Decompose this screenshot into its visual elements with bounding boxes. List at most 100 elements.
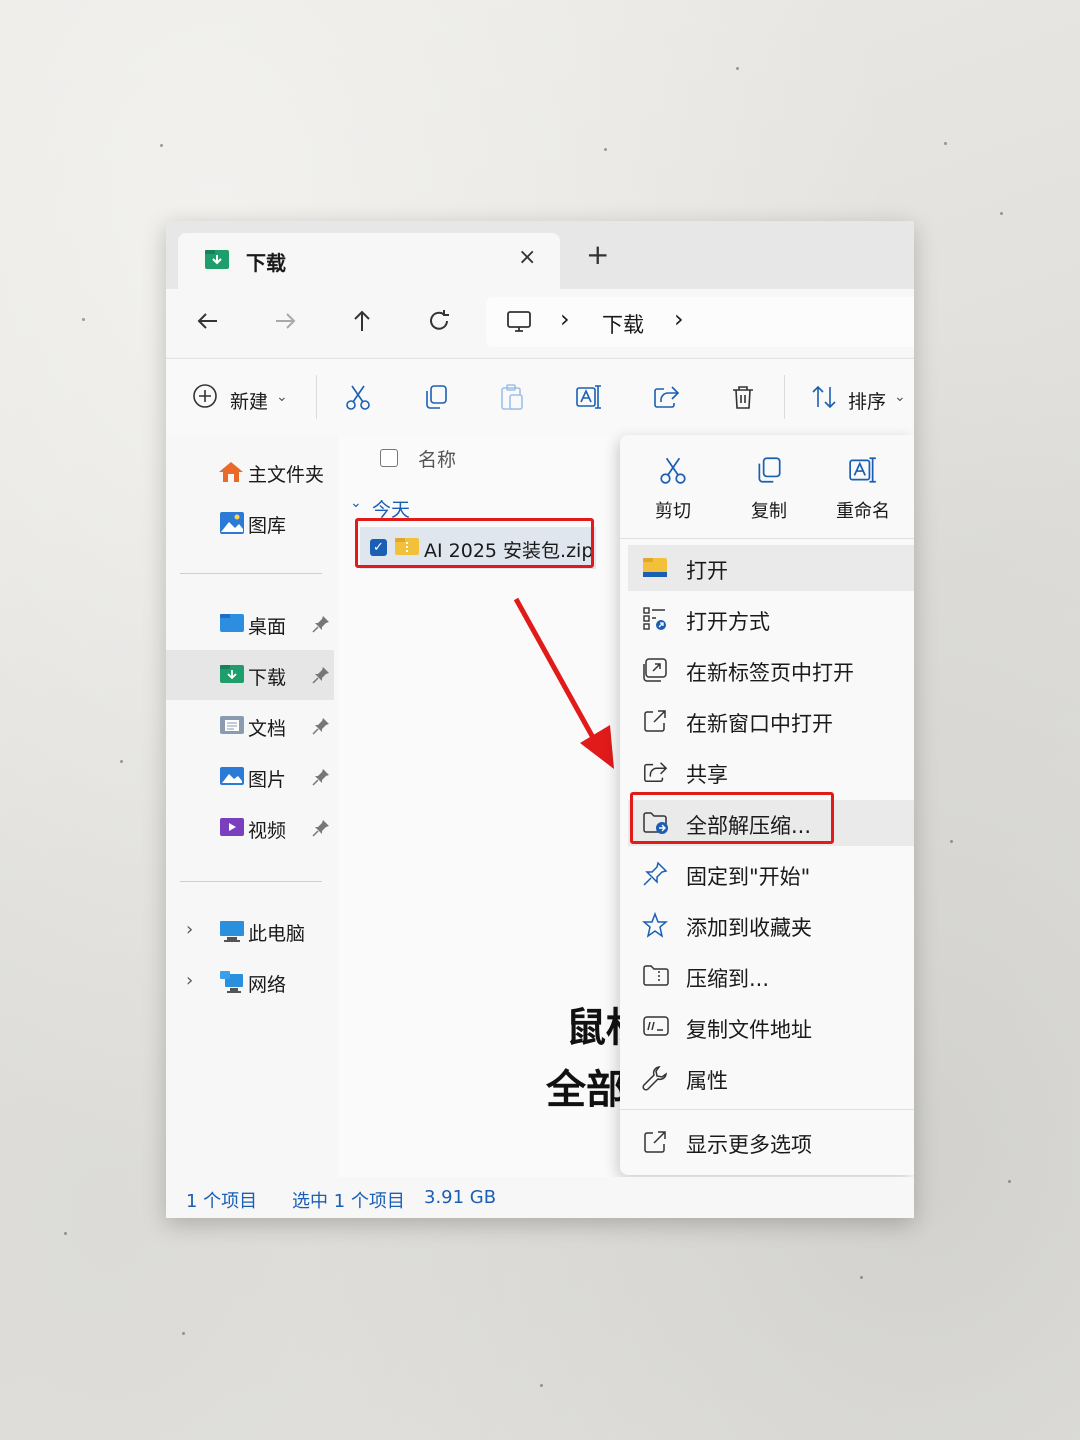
chevron-down-icon[interactable]: ⌄ bbox=[894, 389, 906, 405]
selection-size: 3.91 GB bbox=[424, 1187, 497, 1208]
menu-item-label: 共享 bbox=[686, 763, 728, 787]
background-speck bbox=[160, 144, 163, 147]
sidebar-item-downloads[interactable]: 下载 bbox=[166, 650, 334, 700]
background-speck bbox=[944, 142, 947, 145]
navigation-pane: 主文件夹 图库 桌面 下载 文档 图片 视频 › 此电脑 › 网络 bbox=[166, 435, 338, 1177]
plus-circle-icon[interactable] bbox=[192, 383, 218, 413]
command-bar: 新建 ⌄ 排序 ⌄ bbox=[166, 358, 914, 436]
home-icon bbox=[218, 460, 244, 488]
menu-item-open-new-window[interactable]: 在新窗口中打开 bbox=[628, 698, 914, 744]
menu-highlight-box bbox=[630, 792, 834, 844]
sidebar-item-label: 视频 bbox=[248, 820, 287, 842]
background-speck bbox=[64, 1232, 67, 1235]
column-header-name[interactable]: 名称 bbox=[418, 445, 456, 472]
quick-action-copy[interactable]: 复制 bbox=[724, 455, 814, 523]
sidebar-item-label: 下载 bbox=[248, 667, 287, 689]
downloads-folder-icon bbox=[219, 663, 245, 689]
copy-icon[interactable] bbox=[422, 383, 450, 415]
breadcrumb-separator[interactable]: › bbox=[560, 305, 570, 333]
chevron-down-icon[interactable]: ⌄ bbox=[276, 389, 288, 405]
cut-icon[interactable] bbox=[344, 383, 372, 415]
tab-title: 下载 bbox=[246, 251, 286, 275]
sidebar-item-pictures[interactable]: 图片 bbox=[166, 752, 334, 802]
gallery-icon bbox=[219, 511, 245, 539]
show-more-icon bbox=[642, 1129, 668, 1159]
quick-action-cut[interactable]: 剪切 bbox=[628, 455, 718, 523]
menu-item-compress-to[interactable]: 压缩到... bbox=[628, 953, 914, 999]
tab-downloads[interactable]: 下载 × bbox=[178, 233, 560, 289]
sort-icon[interactable] bbox=[810, 383, 838, 415]
sidebar-item-label: 图片 bbox=[248, 769, 287, 791]
divider bbox=[180, 881, 322, 882]
sidebar-item-label: 网络 bbox=[248, 974, 287, 996]
this-pc-icon bbox=[219, 919, 245, 947]
chevron-down-icon[interactable]: ⌄ bbox=[350, 495, 362, 511]
menu-item-label: 打开方式 bbox=[686, 610, 770, 634]
sidebar-item-videos[interactable]: 视频 bbox=[166, 803, 334, 853]
file-explorer-window: 下载 × + › 下载 › 新建 ⌄ 排序 ⌄ 主文件夹 图库 桌面 下载 文档… bbox=[166, 221, 914, 1218]
sidebar-item-this-pc[interactable]: › 此电脑 bbox=[166, 906, 334, 956]
sidebar-item-home[interactable]: 主文件夹 bbox=[166, 447, 334, 497]
rename-icon bbox=[849, 457, 876, 483]
copy-path-icon bbox=[642, 1014, 670, 1042]
pin-icon[interactable] bbox=[312, 768, 330, 790]
pin-icon[interactable] bbox=[312, 615, 330, 637]
sidebar-item-desktop[interactable]: 桌面 bbox=[166, 599, 334, 649]
menu-item-show-more[interactable]: 显示更多选项 bbox=[628, 1119, 914, 1165]
sidebar-item-documents[interactable]: 文档 bbox=[166, 701, 334, 751]
back-arrow-icon[interactable] bbox=[194, 307, 222, 339]
red-arrow-icon bbox=[513, 597, 614, 769]
pin-icon[interactable] bbox=[312, 717, 330, 739]
quick-action-rename[interactable]: 重命名 bbox=[818, 455, 908, 523]
menu-item-share[interactable]: 共享 bbox=[628, 749, 914, 795]
pictures-folder-icon bbox=[219, 765, 245, 791]
file-highlight-box bbox=[355, 518, 594, 568]
selection-info: 选中 1 个项目 bbox=[292, 1191, 405, 1212]
pin-icon[interactable] bbox=[312, 666, 330, 688]
network-icon bbox=[219, 970, 245, 998]
star-icon bbox=[641, 911, 669, 942]
tab-close-button[interactable]: × bbox=[518, 245, 536, 270]
background-speck bbox=[82, 318, 85, 321]
desktop-folder-icon bbox=[219, 612, 245, 638]
menu-item-open-with[interactable]: 打开方式 bbox=[628, 596, 914, 642]
expand-chevron-icon[interactable]: › bbox=[186, 970, 193, 991]
up-arrow-icon[interactable] bbox=[348, 307, 376, 339]
delete-icon[interactable] bbox=[729, 383, 757, 415]
sidebar-item-gallery[interactable]: 图库 bbox=[166, 498, 334, 548]
item-count: 1 个项目 bbox=[186, 1191, 258, 1212]
select-all-checkbox[interactable] bbox=[380, 449, 398, 467]
divider bbox=[784, 375, 785, 419]
rename-icon[interactable] bbox=[575, 383, 603, 415]
background-speck bbox=[1008, 1180, 1011, 1183]
sidebar-item-network[interactable]: › 网络 bbox=[166, 957, 334, 1007]
menu-item-label: 固定到"开始" bbox=[686, 865, 811, 889]
share-icon[interactable] bbox=[652, 383, 680, 415]
videos-folder-icon bbox=[219, 816, 245, 842]
background-speck bbox=[540, 1384, 543, 1387]
pin-icon[interactable] bbox=[312, 819, 330, 841]
menu-item-open-new-tab[interactable]: 在新标签页中打开 bbox=[628, 647, 914, 693]
folder-icon bbox=[642, 555, 668, 583]
wrench-icon bbox=[642, 1065, 668, 1095]
refresh-icon[interactable] bbox=[425, 307, 453, 339]
new-tab-button[interactable]: + bbox=[586, 241, 609, 269]
menu-item-add-favorites[interactable]: 添加到收藏夹 bbox=[628, 902, 914, 948]
menu-item-properties[interactable]: 属性 bbox=[628, 1055, 914, 1101]
forward-arrow-icon[interactable] bbox=[271, 307, 299, 339]
background-speck bbox=[736, 67, 739, 70]
menu-item-copy-path[interactable]: 复制文件地址 bbox=[628, 1004, 914, 1050]
paste-icon[interactable] bbox=[498, 383, 526, 415]
new-button[interactable]: 新建 bbox=[230, 387, 268, 414]
breadcrumb-separator[interactable]: › bbox=[674, 305, 684, 333]
sort-button[interactable]: 排序 bbox=[848, 387, 886, 414]
menu-item-open[interactable]: 打开 bbox=[628, 545, 914, 591]
expand-chevron-icon[interactable]: › bbox=[186, 919, 193, 940]
navigation-bar: › 下载 › bbox=[166, 289, 914, 357]
breadcrumb-downloads[interactable]: 下载 bbox=[602, 309, 644, 339]
menu-item-label: 在新窗口中打开 bbox=[686, 712, 833, 736]
menu-item-pin-start[interactable]: 固定到"开始" bbox=[628, 851, 914, 897]
quick-action-label: 剪切 bbox=[655, 501, 691, 522]
menu-item-label: 复制文件地址 bbox=[686, 1018, 812, 1042]
address-bar[interactable]: › 下载 › bbox=[486, 297, 914, 347]
